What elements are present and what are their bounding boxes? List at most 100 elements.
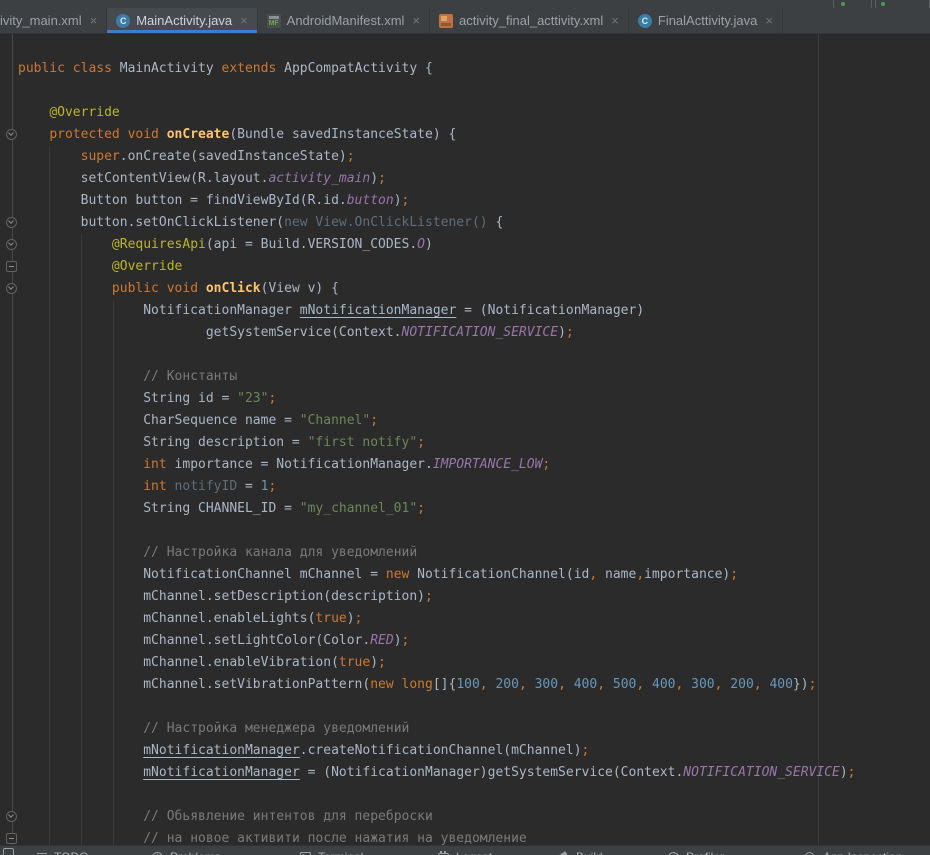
code-line[interactable]: int importance = NotificationManager.IMP… [18, 454, 930, 476]
code-token [18, 743, 143, 758]
fold-marker-icon[interactable] [6, 283, 17, 294]
code-token: ; [347, 149, 355, 164]
code-line[interactable]: // Константы [18, 366, 930, 388]
code-line[interactable]: mNotificationManager.createNotificationC… [18, 740, 930, 762]
status-bar: TODO Problems Terminal Logcat Build Profiler A… [0, 845, 930, 855]
code-token [18, 721, 143, 736]
code-line[interactable]: public void onClick(View v) { [18, 278, 930, 300]
code-line[interactable]: getSystemService(Context.NOTIFICATION_SE… [18, 322, 930, 344]
tab-close-icon[interactable]: × [765, 13, 773, 28]
code-token: , [597, 677, 605, 692]
code-line[interactable]: mChannel.setLightColor(Color.RED); [18, 630, 930, 652]
fold-marker-icon[interactable] [6, 239, 17, 250]
code-line[interactable]: NotificationManager mNotificationManager… [18, 300, 930, 322]
tab-close-icon[interactable]: × [240, 13, 248, 28]
statusbar-item-todo[interactable]: TODO [36, 847, 88, 855]
code-token [18, 545, 143, 560]
tab-activity-final-acttivity-xml[interactable]: activity_final_acttivity.xml× [430, 8, 629, 33]
tab-close-icon[interactable]: × [412, 13, 420, 28]
code-token: activity_main [268, 171, 370, 186]
statusbar-item-label: Terminal [318, 850, 363, 855]
code-line[interactable]: mChannel.setVibrationPattern(new long[]{… [18, 674, 930, 696]
profiler-icon [668, 851, 680, 855]
code-line[interactable]: protected void onCreate(Bundle savedInst… [18, 124, 930, 146]
statusbar-item-app-inspection[interactable]: App Inspection [805, 847, 902, 855]
code-line[interactable]: NotificationChannel mChannel = new Notif… [18, 564, 930, 586]
code-line[interactable]: Button button = findViewById(R.id.button… [18, 190, 930, 212]
code-line[interactable]: // Обьявление интентов для переброски [18, 806, 930, 828]
code-line[interactable]: String CHANNEL_ID = "my_channel_01"; [18, 498, 930, 520]
code-line[interactable]: String id = "23"; [18, 388, 930, 410]
gutter-separator [12, 34, 13, 845]
code-line[interactable]: CharSequence name = "Channel"; [18, 410, 930, 432]
statusbar-item-terminal[interactable]: Terminal [300, 847, 363, 855]
code-line[interactable]: @Override [18, 256, 930, 278]
tab-mainactivity-java[interactable]: CMainActivity.java× [107, 8, 257, 33]
code-line[interactable]: mChannel.enableLights(true); [18, 608, 930, 630]
statusbar-item-build[interactable]: Build [558, 847, 603, 855]
code-line[interactable]: // Настройка канала для уведомлений [18, 542, 930, 564]
fold-marker-icon[interactable] [6, 261, 17, 272]
code-token: button [347, 193, 394, 208]
code-line[interactable] [18, 344, 930, 366]
code-line[interactable]: button.setOnClickListener(new View.OnCli… [18, 212, 930, 234]
code-line[interactable]: // Настройка менеджера уведомлений [18, 718, 930, 740]
statusbar-item-logcat[interactable]: Logcat [438, 847, 492, 855]
tool-window-toggle-icon[interactable] [3, 848, 14, 855]
code-token [18, 149, 81, 164]
code-token: ; [378, 655, 386, 670]
tab-ivity-main-xml[interactable]: ivity_main.xml× [0, 8, 107, 33]
code-lines: public class MainActivity extends AppCom… [18, 58, 930, 845]
code-token: 200 [495, 677, 518, 692]
code-token: int [143, 479, 174, 494]
code-line[interactable]: String description = "first notify"; [18, 432, 930, 454]
code-token: ) [370, 655, 378, 670]
code-token: , [636, 677, 644, 692]
code-token: ; [417, 501, 425, 516]
code-line[interactable]: // на новое активити после нажатия на ув… [18, 828, 930, 845]
fold-marker-icon[interactable] [6, 811, 17, 822]
code-line[interactable]: int notifyID = 1; [18, 476, 930, 498]
fold-marker-icon[interactable] [6, 217, 17, 228]
code-token: (View v) { [261, 281, 339, 296]
code-token: ; [268, 391, 276, 406]
code-line[interactable] [18, 80, 930, 102]
tab-close-icon[interactable]: × [90, 13, 98, 28]
tab-close-icon[interactable]: × [611, 13, 619, 28]
code-line[interactable]: super.onCreate(savedInstanceState); [18, 146, 930, 168]
code-token: @RequiresApi [112, 237, 206, 252]
code-line[interactable]: mChannel.setDescription(description); [18, 586, 930, 608]
code-token: int [143, 457, 174, 472]
code-token: ) [840, 765, 848, 780]
code-line[interactable]: @Override [18, 102, 930, 124]
tab-androidmanifest-xml[interactable]: MFAndroidManifest.xml× [258, 8, 430, 33]
toolbar-device-button[interactable] [875, 0, 930, 8]
code-line[interactable]: mNotificationManager = (NotificationMana… [18, 762, 930, 784]
fold-marker-icon[interactable] [6, 833, 17, 844]
fold-marker-icon[interactable] [6, 129, 17, 140]
code-line[interactable]: mChannel.enableVibration(true); [18, 652, 930, 674]
class-icon: C [638, 14, 652, 28]
code-token: O [417, 237, 425, 252]
build-icon [558, 851, 570, 855]
code-token: .createNotificationChannel(mChannel) [300, 743, 582, 758]
tab-finalacttivity-java[interactable]: CFinalActtivity.java× [629, 8, 783, 33]
statusbar-item-profiler[interactable]: Profiler [668, 847, 724, 855]
statusbar-item-problems[interactable]: Problems [152, 847, 221, 855]
code-line[interactable]: @RequiresApi(api = Build.VERSION_CODES.O… [18, 234, 930, 256]
code-token: public void [112, 281, 206, 296]
editor-gutter [0, 34, 16, 845]
code-editor[interactable]: public class MainActivity extends AppCom… [0, 34, 930, 845]
code-token: CharSequence name = [18, 413, 300, 428]
code-token: ; [848, 765, 856, 780]
code-line[interactable]: public class MainActivity extends AppCom… [18, 58, 930, 80]
code-line[interactable] [18, 520, 930, 542]
code-token [644, 677, 652, 692]
code-token: "first notify" [308, 435, 418, 450]
code-token: Button button = findViewById(R.id. [18, 193, 347, 208]
code-line[interactable]: setContentView(R.layout.activity_main); [18, 168, 930, 190]
code-line[interactable] [18, 784, 930, 806]
code-token: 300 [535, 677, 558, 692]
toolbar-run-button[interactable] [833, 0, 872, 8]
code-line[interactable] [18, 696, 930, 718]
